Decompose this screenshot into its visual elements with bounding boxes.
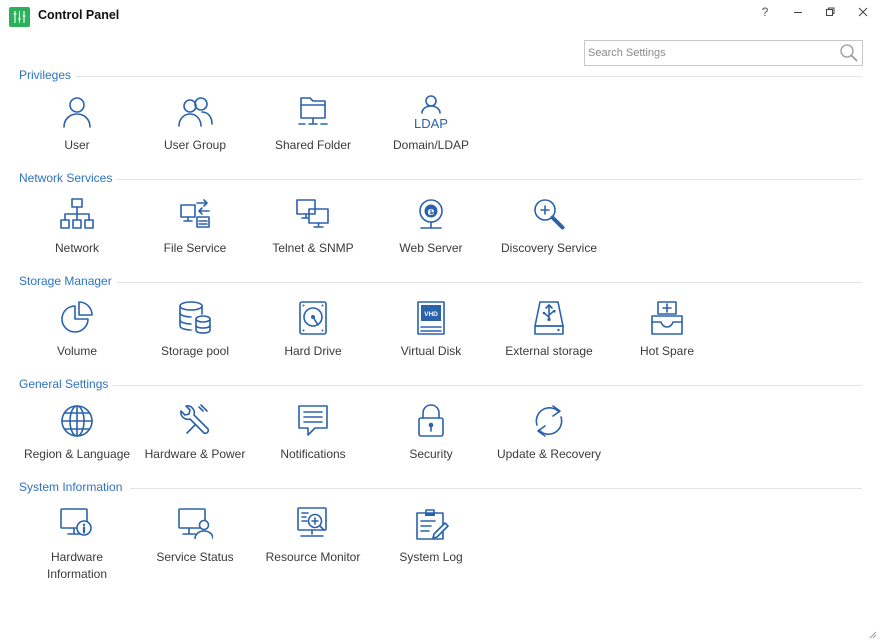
shared-folder-icon bbox=[295, 94, 331, 130]
resize-grip-icon[interactable] bbox=[867, 629, 877, 639]
section-divider bbox=[117, 179, 862, 180]
search-icon[interactable] bbox=[839, 43, 859, 63]
wrench-icon bbox=[177, 403, 213, 439]
section-title: System Information bbox=[19, 480, 123, 494]
section-divider bbox=[76, 76, 862, 77]
telnet-snmp-icon bbox=[295, 197, 331, 233]
svg-text:LDAP: LDAP bbox=[414, 116, 448, 130]
item-label: Virtual Disk bbox=[400, 344, 462, 358]
svg-text:e: e bbox=[428, 205, 435, 218]
notification-icon bbox=[295, 403, 331, 439]
ldap-icon: LDAP bbox=[413, 94, 449, 130]
item-label: Region & Language bbox=[23, 447, 131, 461]
lock-icon bbox=[413, 403, 449, 439]
file-service-icon bbox=[177, 197, 213, 233]
vhd-badge: VHD bbox=[424, 311, 438, 318]
item-virtual-disk[interactable]: VHD Virtual Disk bbox=[366, 300, 496, 390]
item-label: Hard Drive bbox=[284, 344, 342, 358]
item-storage-pool[interactable]: Storage pool bbox=[130, 300, 260, 390]
item-hardware-power[interactable]: Hardware & Power bbox=[130, 403, 260, 493]
storage-pool-icon bbox=[177, 300, 213, 336]
user-icon bbox=[59, 94, 95, 130]
restore-icon bbox=[826, 7, 835, 16]
item-shared-folder[interactable]: Shared Folder bbox=[248, 94, 378, 184]
globe-icon bbox=[59, 403, 95, 439]
hardware-info-icon bbox=[59, 506, 95, 542]
hot-spare-icon bbox=[649, 300, 685, 336]
item-label: External storage bbox=[505, 344, 593, 358]
help-button[interactable]: ? bbox=[754, 4, 776, 20]
item-security[interactable]: Security bbox=[366, 403, 496, 493]
item-service-status[interactable]: Service Status bbox=[130, 506, 260, 596]
title-bar: Control Panel ? bbox=[0, 0, 880, 32]
window-title: Control Panel bbox=[38, 8, 120, 22]
item-hot-spare[interactable]: Hot Spare bbox=[602, 300, 732, 390]
item-system-log[interactable]: System Log bbox=[366, 506, 496, 596]
web-server-icon: e bbox=[413, 197, 449, 233]
refresh-icon bbox=[531, 403, 567, 439]
section-title: General Settings bbox=[19, 377, 109, 391]
item-label: Resource Monitor bbox=[265, 550, 361, 564]
item-label: Notifications bbox=[280, 447, 346, 461]
item-label: Hardware Information bbox=[46, 550, 108, 581]
section-title: Network Services bbox=[19, 171, 113, 185]
search-input[interactable] bbox=[585, 41, 835, 65]
item-label: Security bbox=[409, 447, 453, 461]
item-label: User Group bbox=[163, 138, 227, 152]
item-label: Shared Folder bbox=[274, 138, 352, 152]
item-web-server[interactable]: e Web Server bbox=[366, 197, 496, 287]
item-external-storage[interactable]: External storage bbox=[484, 300, 614, 390]
item-hard-drive[interactable]: Hard Drive bbox=[248, 300, 378, 390]
item-notifications[interactable]: Notifications bbox=[248, 403, 378, 493]
item-label: Discovery Service bbox=[500, 241, 598, 255]
item-user-group[interactable]: User Group bbox=[130, 94, 260, 184]
section-title: Privileges bbox=[19, 68, 72, 82]
network-icon bbox=[59, 197, 95, 233]
section-title: Storage Manager bbox=[19, 274, 112, 288]
close-icon bbox=[858, 7, 868, 17]
resource-monitor-icon bbox=[295, 506, 331, 542]
help-icon: ? bbox=[761, 5, 769, 19]
external-storage-icon bbox=[531, 300, 567, 336]
minimize-button[interactable] bbox=[787, 4, 809, 20]
item-label: File Service bbox=[163, 241, 227, 255]
user-group-icon bbox=[177, 94, 213, 130]
item-label: Telnet & SNMP bbox=[272, 241, 354, 255]
item-telnet-snmp[interactable]: Telnet & SNMP bbox=[248, 197, 378, 287]
section-divider bbox=[117, 282, 862, 283]
item-label: Service Status bbox=[156, 550, 234, 564]
item-label: Web Server bbox=[399, 241, 463, 255]
search-box[interactable] bbox=[584, 40, 863, 66]
restore-button[interactable] bbox=[819, 4, 841, 20]
item-label: System Log bbox=[399, 550, 463, 564]
system-log-icon bbox=[413, 506, 449, 542]
item-label: Network bbox=[54, 241, 99, 255]
minimize-icon bbox=[794, 12, 802, 13]
discovery-icon bbox=[531, 197, 567, 233]
item-label: Hot Spare bbox=[639, 344, 695, 358]
section-divider bbox=[130, 488, 862, 489]
app-logo-icon bbox=[9, 7, 30, 27]
volume-pie-icon bbox=[59, 300, 95, 336]
item-hardware-information[interactable]: Hardware Information bbox=[12, 506, 142, 596]
service-status-icon bbox=[177, 506, 213, 542]
item-update-recovery[interactable]: Update & Recovery bbox=[484, 403, 614, 493]
virtual-disk-icon: VHD bbox=[413, 300, 449, 336]
item-label: User bbox=[64, 138, 90, 152]
item-discovery-service[interactable]: Discovery Service bbox=[484, 197, 614, 287]
item-domain-ldap[interactable]: LDAP Domain/LDAP bbox=[366, 94, 496, 184]
close-button[interactable] bbox=[852, 4, 874, 20]
item-label: Volume bbox=[56, 344, 98, 358]
item-label: Domain/LDAP bbox=[392, 138, 470, 152]
item-file-service[interactable]: File Service bbox=[130, 197, 260, 287]
section-divider bbox=[113, 385, 862, 386]
item-label: Update & Recovery bbox=[496, 447, 602, 461]
hard-drive-icon bbox=[295, 300, 331, 336]
item-label: Storage pool bbox=[160, 344, 230, 358]
item-label: Hardware & Power bbox=[144, 447, 246, 461]
item-resource-monitor[interactable]: Resource Monitor bbox=[248, 506, 378, 596]
